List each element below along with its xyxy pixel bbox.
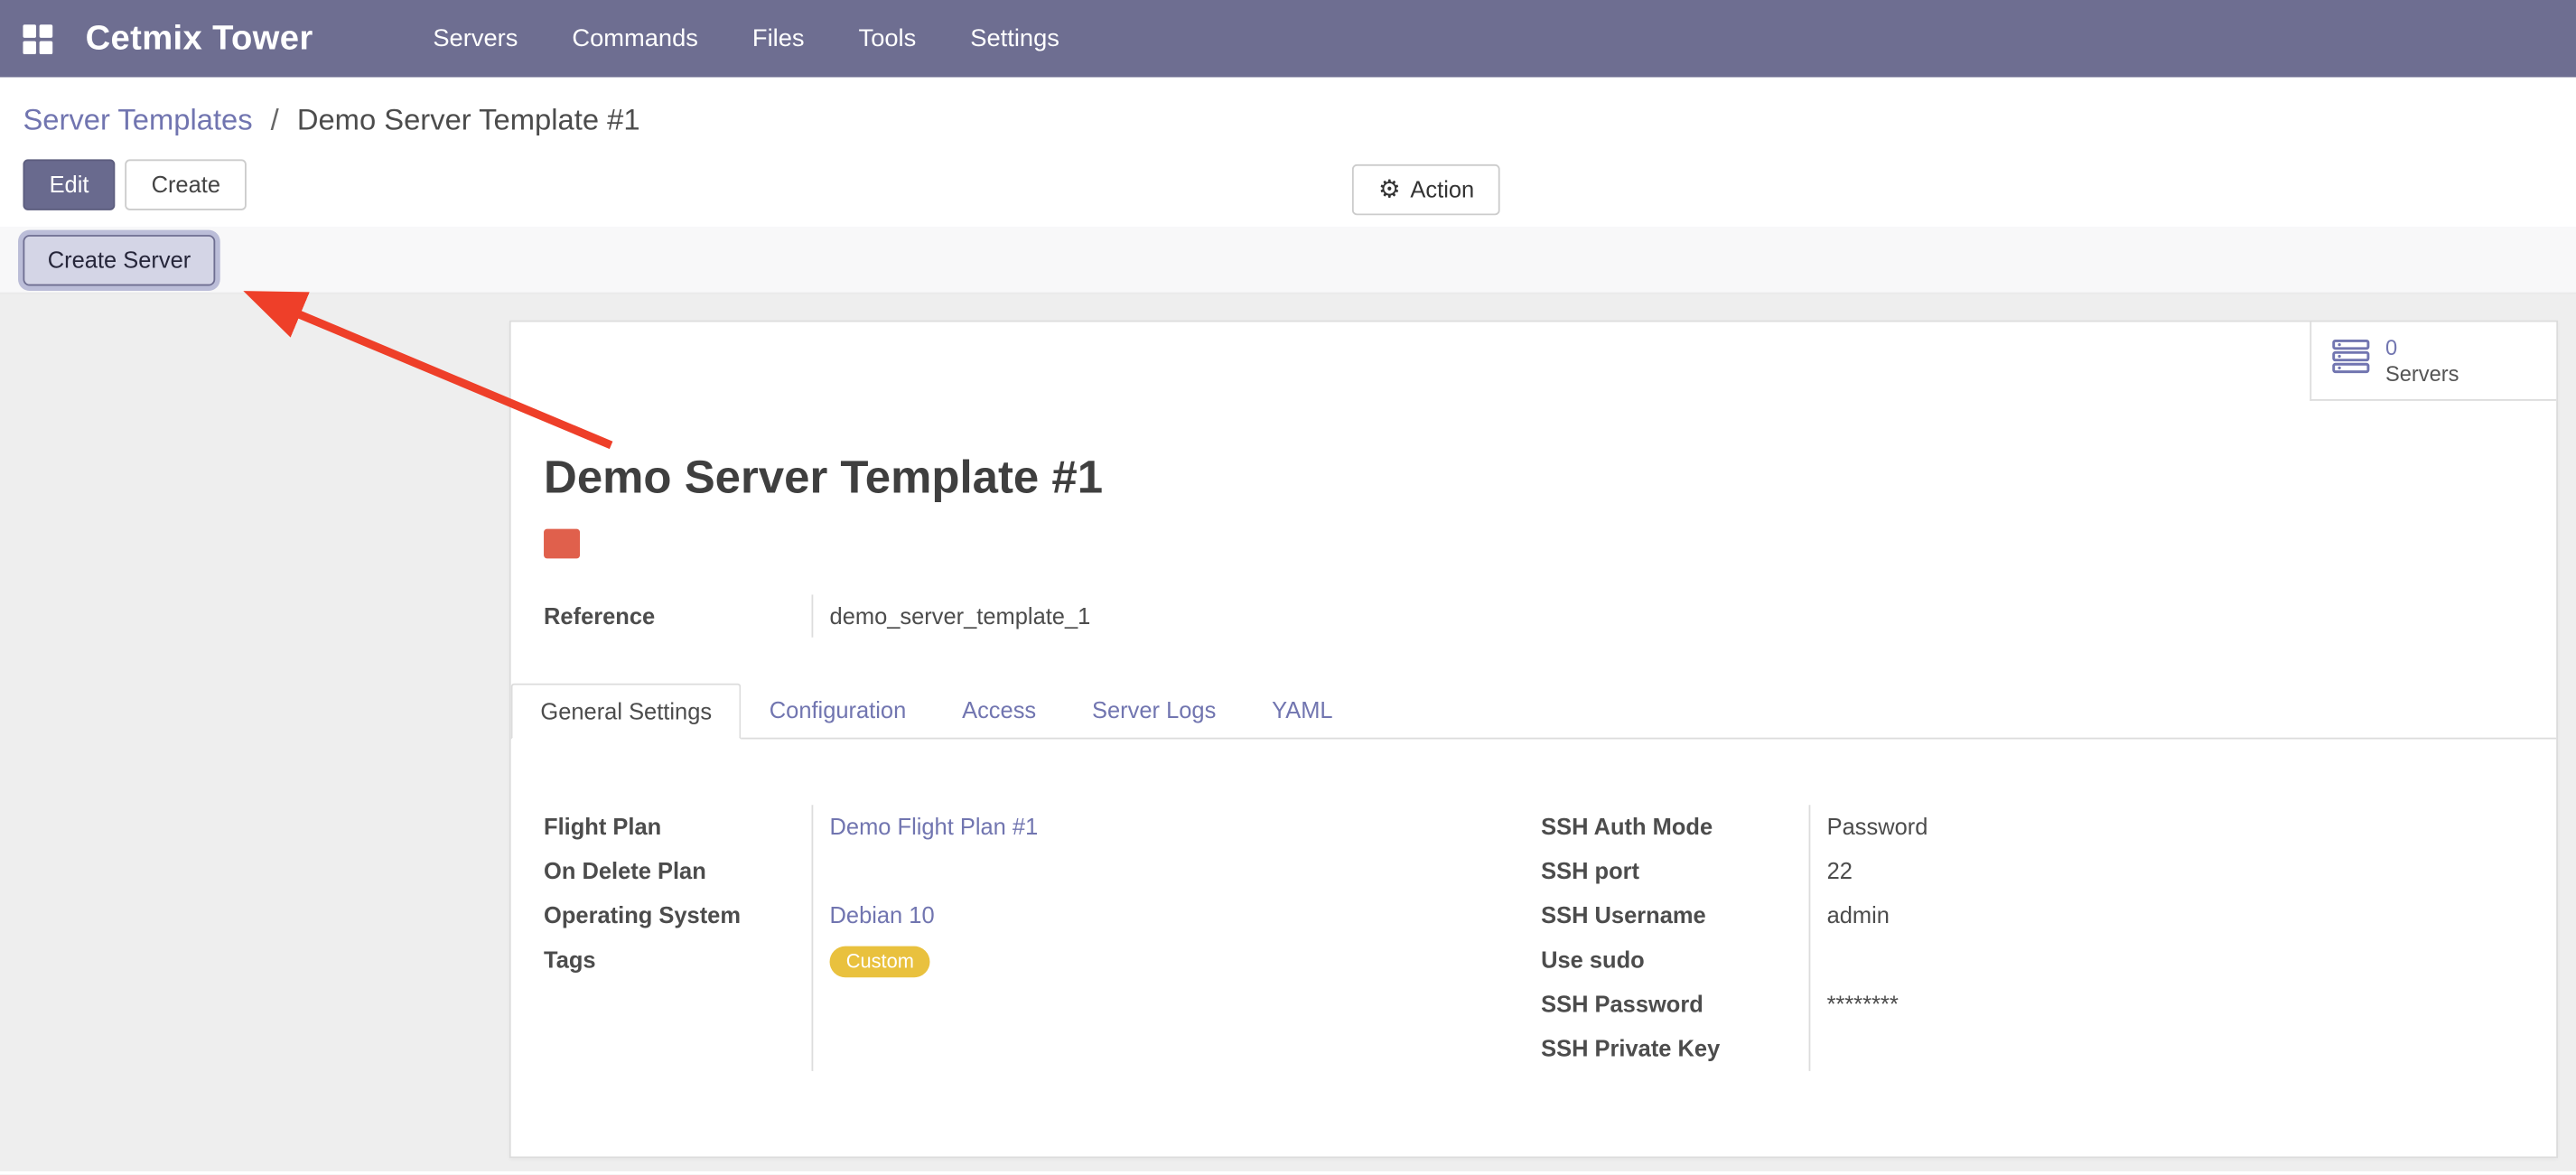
breadcrumb-parent-link[interactable]: Server Templates (23, 104, 252, 136)
control-panel: Server Templates / Demo Server Template … (0, 77, 2576, 227)
nav-item-tools[interactable]: Tools (841, 14, 935, 62)
reference-value: demo_server_template_1 (812, 594, 1091, 637)
stat-text: 0 Servers (2385, 334, 2459, 387)
field-value-use-sudo (1827, 938, 2524, 983)
create-server-button[interactable]: Create Server (23, 234, 215, 284)
nav-item-commands[interactable]: Commands (554, 14, 716, 62)
field-group-left: Flight Plan On Delete Plan Operating Sys… (544, 805, 1541, 1071)
nav-item-settings[interactable]: Settings (952, 14, 1078, 62)
field-value-ssh-port: 22 (1827, 849, 2524, 893)
record-title: Demo Server Template #1 (544, 453, 2556, 503)
stat-label: Servers (2385, 360, 2459, 387)
edit-button[interactable]: Edit (23, 159, 115, 210)
tab-server-logs[interactable]: Server Logs (1064, 684, 1244, 738)
field-label-ssh-password: SSH Password (1541, 983, 1808, 1027)
field-label-ssh-port: SSH port (1541, 849, 1808, 893)
nav-item-servers[interactable]: Servers (415, 14, 536, 62)
form-sheet: 0 Servers Demo Server Template #1 Refere… (509, 321, 2558, 1159)
action-button[interactable]: ⚙ Action (1352, 164, 1500, 215)
breadcrumb-separator: / (271, 104, 279, 136)
tab-yaml[interactable]: YAML (1244, 684, 1360, 738)
field-value-ssh-private-key (1827, 1027, 2524, 1071)
field-value-operating-system[interactable]: Debian 10 (830, 902, 935, 928)
breadcrumb-current: Demo Server Template #1 (297, 104, 640, 136)
reference-field: Reference demo_server_template_1 (544, 594, 2556, 637)
field-label-ssh-private-key: SSH Private Key (1541, 1027, 1808, 1071)
tag-custom: Custom (830, 946, 931, 977)
field-label-use-sudo: Use sudo (1541, 938, 1808, 983)
field-value-ssh-password: ******** (1827, 983, 2524, 1027)
field-label-ssh-username: SSH Username (1541, 893, 1808, 937)
header-button-strip: Create Server (0, 227, 2576, 294)
general-settings-form: Flight Plan On Delete Plan Operating Sys… (544, 805, 2524, 1071)
app-window: Cetmix Tower Servers Commands Files Tool… (0, 0, 2576, 1174)
main-menu: Servers Commands Files Tools Settings (415, 14, 1078, 62)
field-label-flight-plan: Flight Plan (544, 805, 811, 849)
field-value-on-delete-plan (830, 849, 1542, 893)
tab-configuration[interactable]: Configuration (742, 684, 934, 738)
tab-general-settings[interactable]: General Settings (511, 684, 742, 740)
color-swatch (544, 529, 580, 559)
field-value-ssh-auth-mode: Password (1827, 805, 2524, 849)
nav-item-files[interactable]: Files (734, 14, 823, 62)
apps-grid-icon[interactable] (23, 23, 52, 53)
servers-stat-button[interactable]: 0 Servers (2310, 322, 2556, 400)
breadcrumb: Server Templates / Demo Server Template … (23, 104, 2553, 138)
gear-icon: ⚙ (1378, 177, 1400, 201)
field-label-tags: Tags (544, 938, 811, 983)
field-label-ssh-auth-mode: SSH Auth Mode (1541, 805, 1808, 849)
stat-value: 0 (2385, 334, 2459, 360)
create-button[interactable]: Create (125, 159, 247, 210)
reference-label: Reference (544, 594, 811, 637)
brand-title[interactable]: Cetmix Tower (86, 19, 313, 59)
field-value-ssh-username: admin (1827, 893, 2524, 937)
content-area: 0 Servers Demo Server Template #1 Refere… (0, 294, 2576, 1171)
top-navbar: Cetmix Tower Servers Commands Files Tool… (0, 0, 2576, 77)
notebook-tabs: General Settings Configuration Access Se… (511, 684, 2556, 740)
action-button-label: Action (1410, 166, 1474, 214)
servers-icon (2331, 339, 2371, 383)
field-label-on-delete-plan: On Delete Plan (544, 849, 811, 893)
button-row: Edit Create (23, 159, 2553, 210)
field-value-flight-plan[interactable]: Demo Flight Plan #1 (830, 813, 1039, 839)
field-group-right: SSH Auth Mode SSH port SSH Username Use … (1541, 805, 2524, 1071)
tab-access[interactable]: Access (934, 684, 1064, 738)
field-label-operating-system: Operating System (544, 893, 811, 937)
